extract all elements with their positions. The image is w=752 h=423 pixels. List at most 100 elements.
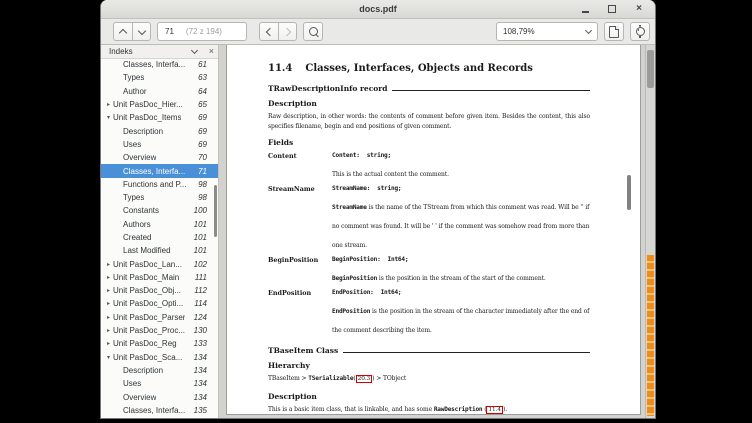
sidebar-scrollbar-thumb[interactable] bbox=[214, 185, 217, 237]
description-heading: Description bbox=[268, 99, 590, 108]
sidebar-toc-item[interactable]: ▾Unit PasDoc_Sca...134 bbox=[101, 351, 218, 364]
close-icon: × bbox=[636, 4, 642, 14]
toc-item-label: Classes, Interfa... bbox=[123, 167, 185, 176]
toc-item-page-number: 101 bbox=[194, 246, 214, 255]
toc-item-label: Authors bbox=[123, 220, 151, 229]
pdf-page: 11.4 Classes, Interfaces, Objects and Rec… bbox=[226, 45, 641, 415]
pdf-link[interactable]: 11.4 bbox=[486, 406, 503, 414]
sidebar-toc-item[interactable]: Description 134 bbox=[101, 364, 218, 377]
field-label: StreamName bbox=[268, 184, 332, 251]
toc-item-label: Uses bbox=[123, 140, 141, 149]
toc-item-label: Description bbox=[123, 366, 163, 375]
toc-item-page-number: 69 bbox=[198, 113, 214, 122]
sidebar-toc-item[interactable]: Created101 bbox=[101, 231, 218, 244]
sidebar-toc-item[interactable]: Types63 bbox=[101, 71, 218, 84]
expander-collapsed-icon[interactable]: ▸ bbox=[104, 101, 113, 108]
expander-collapsed-icon[interactable]: ▸ bbox=[104, 300, 113, 307]
sidebar-toc-item[interactable]: Classes, Interfa...61 bbox=[101, 58, 218, 71]
sidebar-toc-item[interactable]: Authors 101 bbox=[101, 218, 218, 231]
field-item: Content Content: string; This is the act… bbox=[268, 151, 590, 180]
toc-item-page-number: 135 bbox=[194, 406, 214, 415]
sidebar-toc-item[interactable]: ▸Unit PasDoc_Hier...65 bbox=[101, 98, 218, 111]
sidebar-toc-item[interactable]: Classes, Interfa...71 bbox=[101, 164, 218, 177]
sidebar-toc-item[interactable]: ▾Unit PasDoc_Items69 bbox=[101, 111, 218, 124]
titlebar[interactable]: docs.pdf × bbox=[101, 0, 655, 19]
sidebar-toc-item[interactable]: Classes, Interfa...135 bbox=[101, 404, 218, 417]
toc-item-page-number: 111 bbox=[195, 273, 214, 282]
sidebar-toc-item[interactable]: ▸Unit PasDoc_Proc...130 bbox=[101, 324, 218, 337]
sidebar-toc-item[interactable]: ▸Unit PasDoc_Obj...112 bbox=[101, 284, 218, 297]
expander-expanded-icon[interactable]: ▾ bbox=[104, 114, 113, 121]
sidebar-toc-item[interactable]: ▸Unit PasDoc_Lan...102 bbox=[101, 257, 218, 270]
title-rule bbox=[343, 352, 590, 353]
toc-item-label: Author bbox=[123, 87, 147, 96]
expander-collapsed-icon[interactable]: ▸ bbox=[104, 314, 113, 321]
next-page-button[interactable] bbox=[132, 22, 151, 41]
section-title: Classes, Interfaces, Objects and Records bbox=[305, 63, 533, 74]
hierarchy-heading: Hierarchy bbox=[268, 361, 590, 370]
sidebar-toc-item[interactable]: ▸Unit PasDoc_Reg133 bbox=[101, 337, 218, 350]
toc-item-label: Last Modified bbox=[123, 246, 171, 255]
toc-item-label: Unit PasDoc_Reg bbox=[113, 339, 177, 348]
minimize-button[interactable] bbox=[578, 2, 592, 16]
expander-collapsed-icon[interactable]: ▸ bbox=[104, 327, 113, 334]
sidebar-header[interactable]: Indeks × bbox=[101, 45, 218, 59]
sidebar-toc-item[interactable]: Types98 bbox=[101, 191, 218, 204]
sidebar-toc-item[interactable]: Overview70 bbox=[101, 151, 218, 164]
maximize-button[interactable] bbox=[605, 2, 619, 16]
sidebar-toc-item[interactable]: Uses134 bbox=[101, 377, 218, 390]
sidebar-toc-item[interactable]: Overview134 bbox=[101, 390, 218, 403]
zoom-level-value: 108,79% bbox=[503, 27, 535, 36]
sidebar-toc-item[interactable]: Description69 bbox=[101, 124, 218, 137]
expander-collapsed-icon[interactable]: ▸ bbox=[104, 340, 113, 347]
section-number: 11.4 bbox=[268, 63, 292, 74]
annotations-button[interactable] bbox=[604, 22, 624, 41]
page-number-input[interactable]: 71 (72 z 194) bbox=[157, 22, 247, 41]
zoom-level-select[interactable]: 108,79% bbox=[496, 22, 598, 41]
sidebar-toc-item[interactable]: ▸Unit PasDoc_Opti...114 bbox=[101, 297, 218, 310]
section-heading: 11.4 Classes, Interfaces, Objects and Rec… bbox=[268, 63, 590, 74]
expander-expanded-icon[interactable]: ▾ bbox=[104, 354, 113, 361]
toc-item-page-number: 134 bbox=[194, 366, 214, 375]
toc-item-page-number: 63 bbox=[198, 73, 214, 82]
pdf-link[interactable]: 20.3 bbox=[356, 375, 373, 383]
toc-item-page-number: 64 bbox=[198, 87, 214, 96]
sidebar-toc-item[interactable]: Last Modified 101 bbox=[101, 244, 218, 257]
sidebar-toc-item[interactable]: Uses69 bbox=[101, 138, 218, 151]
search-button[interactable] bbox=[303, 22, 323, 41]
window-controls: × bbox=[578, 2, 655, 16]
sidebar-toc-item[interactable]: ▸Unit PasDoc_Parser124 bbox=[101, 311, 218, 324]
pdf-viewer-window: docs.pdf × 71 (72 z 194) 108,79% bbox=[100, 0, 656, 419]
toc-item-label: Functions and P... bbox=[123, 180, 186, 189]
field-description: This is the actual content the comment. bbox=[332, 171, 449, 178]
chevron-down-icon bbox=[585, 27, 592, 34]
previous-page-button[interactable] bbox=[113, 22, 132, 41]
toc-item-page-number: 130 bbox=[194, 326, 214, 335]
toc-item-page-number: 98 bbox=[198, 180, 214, 189]
minimize-icon bbox=[582, 11, 589, 13]
sidebar-toc-item[interactable]: Author 64 bbox=[101, 85, 218, 98]
viewport-overlay-scrollbar-thumb[interactable] bbox=[627, 175, 631, 210]
field-label: BeginPosition bbox=[268, 255, 332, 284]
sidebar-close-icon[interactable]: × bbox=[209, 47, 214, 56]
expander-collapsed-icon[interactable]: ▸ bbox=[104, 274, 113, 281]
field-description: BeginPosition is the position in the str… bbox=[332, 275, 546, 282]
history-forward-button[interactable] bbox=[278, 22, 297, 41]
toc-item-label: Unit PasDoc_Lan... bbox=[113, 260, 182, 269]
main-scrollbar-thumb[interactable] bbox=[647, 50, 654, 88]
sidebar-toc-item[interactable]: Functions and P... 98 bbox=[101, 178, 218, 191]
toc-item-page-number: 101 bbox=[194, 220, 214, 229]
field-signature: BeginPosition: Int64; bbox=[332, 255, 590, 265]
settings-button[interactable] bbox=[630, 22, 650, 41]
sidebar-toc-item[interactable]: Constants100 bbox=[101, 204, 218, 217]
field-description: StreamName is the name of the TStream fr… bbox=[332, 204, 589, 249]
chevron-right-icon bbox=[282, 27, 290, 35]
main-scrollbar[interactable] bbox=[645, 45, 655, 419]
expander-collapsed-icon[interactable]: ▸ bbox=[104, 261, 113, 268]
sidebar-toc-item[interactable]: ▸Unit PasDoc_Main111 bbox=[101, 271, 218, 284]
toc-item-label: Unit PasDoc_Hier... bbox=[113, 100, 183, 109]
history-back-button[interactable] bbox=[259, 22, 278, 41]
document-viewport[interactable]: 11.4 Classes, Interfaces, Objects and Rec… bbox=[219, 45, 645, 419]
expander-collapsed-icon[interactable]: ▸ bbox=[104, 287, 113, 294]
close-button[interactable]: × bbox=[632, 2, 646, 16]
